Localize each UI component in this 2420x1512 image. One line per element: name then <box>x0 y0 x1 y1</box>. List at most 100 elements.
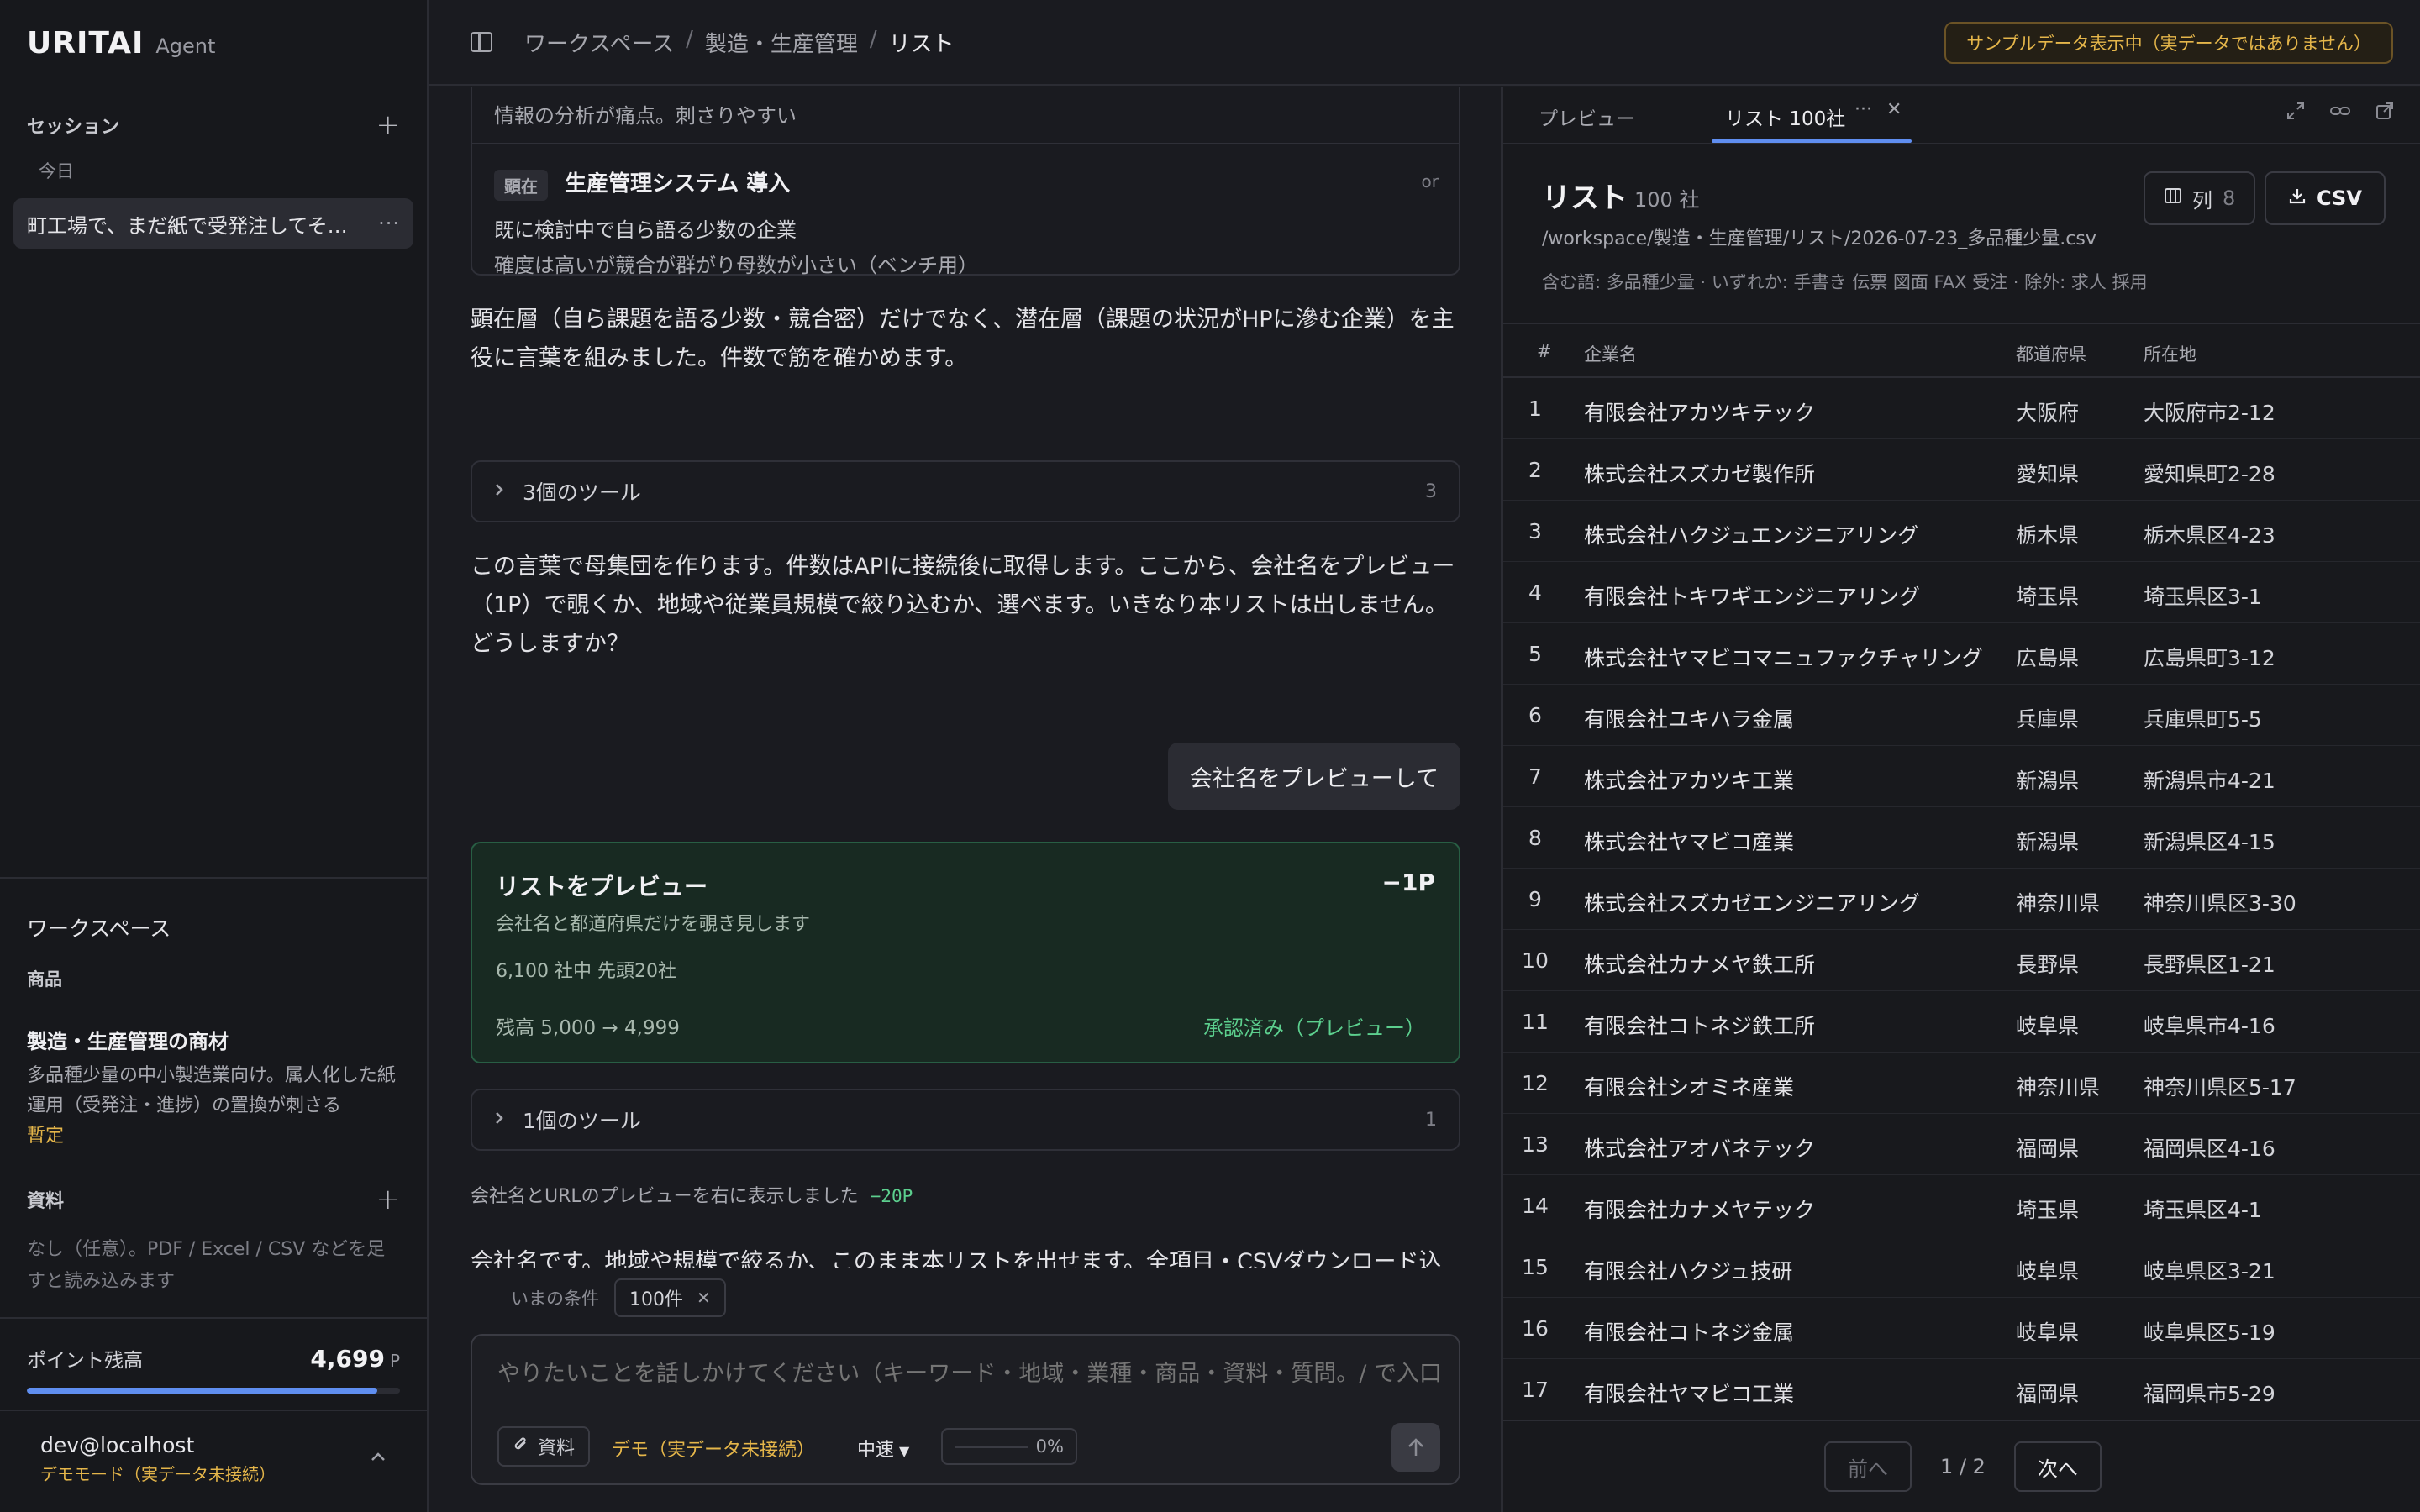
company-name-cell: 株式会社アカツキ工業 <box>1584 769 1795 793</box>
preview-note: 会社名とURLのプレビューを右に表示しました −20P <box>471 1186 913 1207</box>
address-cell: 神奈川県区3-30 <box>2144 891 2296 916</box>
more-icon[interactable]: ··· <box>378 212 400 235</box>
table-row[interactable]: 9 株式会社スズカゼエンジニアリング 神奈川県 神奈川県区3-30 <box>1503 869 2420 930</box>
candidate-text: 情報の分析が痛点。刺さりやすい <box>494 104 797 128</box>
preview-approval-card: リストをプレビュー −1P 会社名と都道府県だけを覗き見します 6,100 社中… <box>471 842 1460 1063</box>
table-row[interactable]: 11 有限会社コトネジ鉄工所 岐阜県 岐阜県市4-16 <box>1503 991 2420 1053</box>
prev-page-button[interactable]: 前へ <box>1824 1441 1912 1492</box>
address-cell: 岐阜県区5-19 <box>2144 1320 2275 1345</box>
table-row[interactable]: 13 株式会社アオバネテック 福岡県 福岡県区4-16 <box>1503 1114 2420 1175</box>
chevron-right-icon <box>494 481 504 502</box>
add-session-icon[interactable]: + <box>376 111 401 139</box>
prefecture-cell: 新潟県 <box>2016 769 2080 793</box>
assistant-message: 会社名です。地域や規模で絞るか、このまま本リストを出せます。全項目・CSVダウン… <box>471 1249 1442 1268</box>
expand-icon[interactable] <box>2286 101 2306 126</box>
address-cell: 神奈川県区5-17 <box>2144 1075 2296 1100</box>
points-bar-fill <box>27 1388 378 1394</box>
message-input[interactable] <box>497 1361 1439 1387</box>
address-cell: 福岡県区4-16 <box>2144 1137 2275 1161</box>
columns-button[interactable]: 列 8 <box>2144 171 2256 225</box>
company-name-cell: 有限会社アカツキテック <box>1584 401 1816 425</box>
company-name-cell: 有限会社シオミネ産業 <box>1584 1075 1795 1100</box>
tab-close-icon[interactable]: ✕ <box>1886 99 1902 120</box>
user-menu[interactable]: dev@localhost デモモード（実データ未接続） <box>0 1410 427 1485</box>
table-row[interactable]: 16 有限会社コトネジ金属 岐阜県 岐阜県区5-19 <box>1503 1298 2420 1359</box>
condition-chip[interactable]: 100件 ✕ <box>614 1278 726 1317</box>
tab-preview[interactable]: プレビュー <box>1539 102 1635 131</box>
keyword-candidate-card: 情報の分析が痛点。刺さりやすい 顕在 生産管理システム 導入 or 既に検討中で… <box>471 87 1460 277</box>
breadcrumb-workspace[interactable]: ワークスペース <box>524 27 674 58</box>
next-page-button[interactable]: 次へ <box>2013 1441 2102 1492</box>
table-row[interactable]: 10 株式会社カナメヤ鉄工所 長野県 長野県区1-21 <box>1503 930 2420 991</box>
session-item-label: 町工場で、まだ紙で受発注してそ… <box>27 213 348 238</box>
address-cell: 兵庫県町5-5 <box>2144 707 2262 732</box>
breadcrumb-category[interactable]: 製造・生産管理 <box>705 27 858 58</box>
table-row[interactable]: 2 株式会社スズカゼ製作所 愛知県 愛知県町2-28 <box>1503 439 2420 501</box>
prefecture-cell: 神奈川県 <box>2016 1075 2101 1100</box>
column-header-company[interactable]: 企業名 <box>1584 341 1637 366</box>
table-row[interactable]: 7 株式会社アカツキ工業 新潟県 新潟県市4-21 <box>1503 746 2420 807</box>
preview-card-balance: 残高 5,000 → 4,999 <box>496 1017 680 1039</box>
table-row[interactable]: 8 株式会社ヤマビコ産業 新潟県 新潟県区4-15 <box>1503 807 2420 869</box>
panel-tabs: プレビュー リスト 100社 ··· ✕ <box>1503 87 2420 144</box>
composer: 資料 デモ（実データ未接続） 中速▼ 0% <box>471 1334 1460 1485</box>
chevron-up-icon[interactable] <box>370 1446 387 1485</box>
table-row[interactable]: 1 有限会社アカツキテック 大阪府 大阪府市2-12 <box>1503 378 2420 439</box>
points-bar <box>27 1388 400 1394</box>
current-conditions: いまの条件 100件 ✕ <box>511 1278 726 1317</box>
table-row[interactable]: 5 株式会社ヤマビコマニュファクチャリング 広島県 広島県町3-12 <box>1503 623 2420 685</box>
brand-logo: URITAI <box>27 25 145 60</box>
sample-data-badge: サンプルデータ表示中（実データではありません） <box>1944 22 2393 64</box>
table-header: # 企業名 都道府県 所在地 <box>1503 323 2420 378</box>
address-cell: 大阪府市2-12 <box>2144 401 2275 425</box>
table-row[interactable]: 17 有限会社ヤマビコ工業 福岡県 福岡県市5-29 <box>1503 1359 2420 1420</box>
prefecture-cell: 岐阜県 <box>2016 1014 2080 1038</box>
download-icon <box>2288 186 2307 210</box>
prefecture-cell: 福岡県 <box>2016 1137 2080 1161</box>
speed-select[interactable]: 中速 ▼ <box>857 1435 909 1462</box>
send-button[interactable] <box>1392 1423 1440 1472</box>
external-link-icon[interactable] <box>2375 101 2395 126</box>
candidate-line: 既に検討中で自ら語る少数の企業 <box>494 218 797 242</box>
add-material-icon[interactable]: + <box>376 1185 401 1214</box>
link-icon[interactable] <box>2329 101 2351 126</box>
tool-group-toggle[interactable]: 1個のツール 1 <box>471 1089 1460 1151</box>
session-item[interactable]: 町工場で、まだ紙で受発注してそ… ··· <box>13 198 413 249</box>
materials-label: 資料 <box>27 1191 65 1212</box>
breadcrumb: ワークスペース / 製造・生産管理 / リスト <box>524 26 955 58</box>
row-number: 14 <box>1522 1194 1549 1218</box>
preview-card-title: リストをプレビュー <box>496 873 708 900</box>
table-row[interactable]: 14 有限会社カナメヤテック 埼玉県 埼玉県区4-1 <box>1503 1175 2420 1236</box>
column-header-prefecture[interactable]: 都道府県 <box>2016 341 2086 366</box>
row-number: 1 <box>1528 396 1542 421</box>
tab-more-icon[interactable]: ··· <box>1854 99 1872 120</box>
tool-group-toggle[interactable]: 3個のツール 3 <box>471 460 1460 522</box>
remove-condition-icon[interactable]: ✕ <box>697 1288 711 1308</box>
tab-list[interactable]: リスト 100社 <box>1725 102 1845 131</box>
row-number: 8 <box>1528 826 1542 850</box>
preview-card-count: 6,100 社中 先頭20社 <box>496 961 676 982</box>
column-header-address[interactable]: 所在地 <box>2144 341 2196 366</box>
csv-download-button[interactable]: CSV <box>2265 171 2386 225</box>
tool-group-label: 3個のツール <box>523 480 641 505</box>
preview-card-status: 承認済み（プレビュー） <box>1203 1016 1425 1040</box>
list-path: /workspace/製造・生産管理/リスト/2026-07-23_多品種少量.… <box>1542 228 2096 249</box>
candidate-or: or <box>1421 171 1439 192</box>
address-cell: 埼玉県区4-1 <box>2144 1198 2262 1222</box>
address-cell: 新潟県区4-15 <box>2144 830 2275 854</box>
address-cell: 埼玉県区3-1 <box>2144 585 2262 609</box>
attach-button[interactable]: 資料 <box>497 1426 591 1467</box>
product-name[interactable]: 製造・生産管理の商材 <box>0 991 427 1054</box>
row-number: 13 <box>1522 1132 1549 1157</box>
sidebar-toggle-icon[interactable] <box>471 32 492 52</box>
user-mode: デモモード（実データ未接続） <box>40 1464 276 1484</box>
breadcrumb-current: リスト <box>888 31 955 57</box>
table-row[interactable]: 3 株式会社ハクジュエンジニアリング 栃木県 栃木県区4-23 <box>1503 501 2420 562</box>
table-row[interactable]: 15 有限会社ハクジュ技研 岐阜県 岐阜県区3-21 <box>1503 1236 2420 1298</box>
page-info: 1 / 2 <box>1940 1455 1986 1478</box>
table-row[interactable]: 6 有限会社ユキハラ金属 兵庫県 兵庫県町5-5 <box>1503 685 2420 746</box>
row-number: 7 <box>1528 764 1542 789</box>
table-row[interactable]: 12 有限会社シオミネ産業 神奈川県 神奈川県区5-17 <box>1503 1053 2420 1114</box>
table-row[interactable]: 4 有限会社トキワギエンジニアリング 埼玉県 埼玉県区3-1 <box>1503 562 2420 623</box>
column-header-num[interactable]: # <box>1537 341 1552 361</box>
